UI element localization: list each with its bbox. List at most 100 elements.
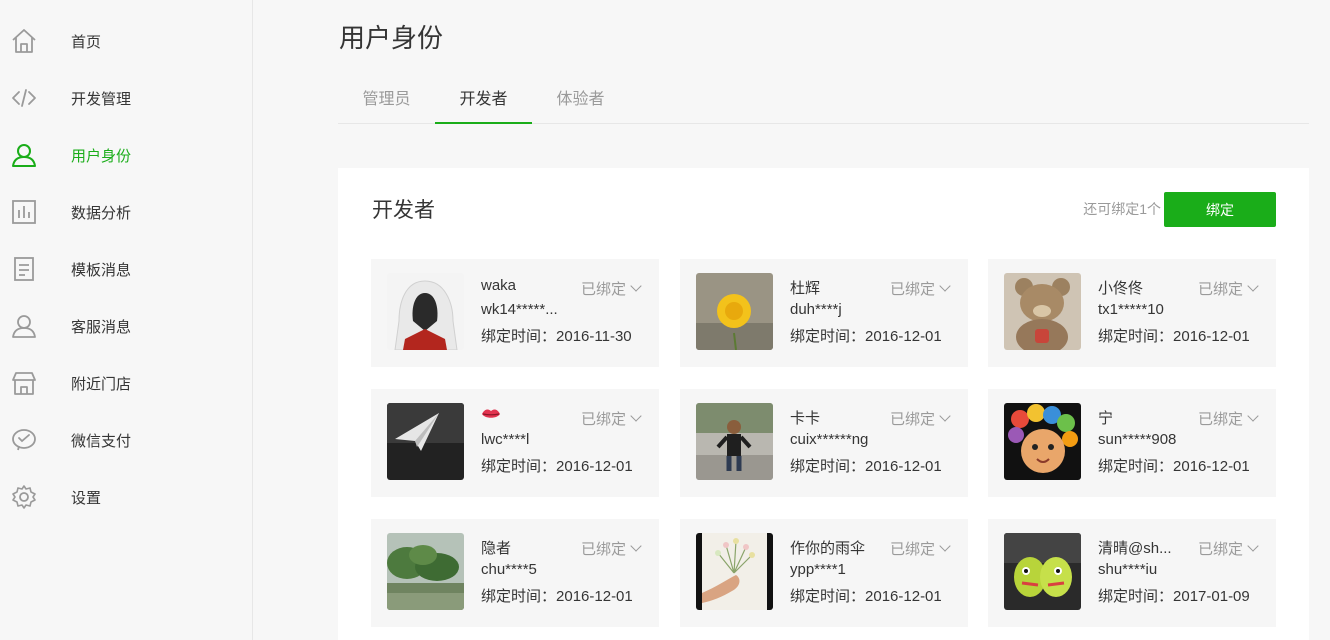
card-name: 清晴@sh... (1098, 540, 1172, 557)
bind-quota-text: 还可绑定1个 (1083, 201, 1161, 217)
time-prefix: 绑定时间： (481, 328, 557, 345)
time-value: 2016-11-30 (556, 328, 632, 345)
sidebar-item-label: 客服消息 (71, 318, 132, 336)
avatar (387, 273, 464, 350)
avatar (1004, 533, 1081, 610)
sidebar-item-label: 设置 (71, 489, 102, 507)
sidebar-item-label: 开发管理 (71, 90, 132, 108)
bind-status-dropdown[interactable]: 已绑定 (890, 538, 951, 559)
card-wechat-id: chu****5 (481, 561, 537, 578)
code-icon (10, 84, 38, 112)
avatar (387, 533, 464, 610)
bind-status-dropdown[interactable]: 已绑定 (1198, 278, 1259, 299)
card-bind-time: 绑定时间：2016-12-01 (1098, 455, 1250, 476)
store-icon (10, 369, 38, 397)
sidebar-item-settings[interactable]: 设置 (0, 475, 252, 519)
sidebar-item-label: 微信支付 (71, 432, 132, 450)
card-wechat-id: cuix******ng (790, 431, 869, 448)
card-bind-time: 绑定时间：2016-12-01 (1098, 325, 1250, 346)
tab-tester[interactable]: 体验者 (532, 78, 629, 124)
chart-icon (10, 198, 38, 226)
chevron-down-icon (630, 280, 642, 292)
time-prefix: 绑定时间： (1098, 458, 1174, 475)
avatar (1004, 273, 1081, 350)
status-label: 已绑定 (1198, 281, 1244, 298)
status-label: 已绑定 (1198, 411, 1244, 428)
bind-status-dropdown[interactable]: 已绑定 (890, 278, 951, 299)
sidebar-item-home[interactable]: 首页 (0, 19, 252, 63)
bind-status-dropdown[interactable]: 已绑定 (581, 538, 642, 559)
sidebar: 首页 开发管理 用户身份 数据分析 模板消息 客服消息 附近门店 微信支付 设置 (0, 0, 253, 640)
avatar (696, 403, 773, 480)
chevron-down-icon (939, 540, 951, 552)
sidebar-item-customer-service[interactable]: 客服消息 (0, 304, 252, 348)
chevron-down-icon (1247, 410, 1259, 422)
time-value: 2016-12-01 (865, 328, 942, 345)
card-bind-time: 绑定时间：2016-12-01 (790, 325, 942, 346)
card-name: 隐者 (481, 540, 512, 557)
developer-card: 小佟佟 已绑定 tx1*****10 绑定时间：2016-12-01 (988, 259, 1276, 367)
bind-status-dropdown[interactable]: 已绑定 (890, 408, 951, 429)
sidebar-item-label: 附近门店 (71, 375, 132, 393)
chevron-down-icon (1247, 280, 1259, 292)
card-wechat-id: tx1*****10 (1098, 301, 1164, 318)
document-icon (10, 255, 38, 283)
home-icon (10, 27, 38, 55)
sidebar-item-template-message[interactable]: 模板消息 (0, 247, 252, 291)
panel-title: 开发者 (372, 199, 435, 222)
card-bind-time: 绑定时间：2016-12-01 (790, 455, 942, 476)
card-bind-time: 绑定时间：2016-12-01 (481, 455, 633, 476)
page-title: 用户身份 (339, 23, 444, 53)
card-name: 宁 (1098, 410, 1114, 427)
card-name (481, 407, 567, 425)
sidebar-item-user-identity[interactable]: 用户身份 (0, 133, 252, 177)
tab-bar: 管理员 开发者 体验者 (338, 78, 1309, 124)
chevron-down-icon (630, 410, 642, 422)
sidebar-item-label: 首页 (71, 33, 102, 51)
card-wechat-id: sun*****908 (1098, 431, 1177, 448)
status-label: 已绑定 (581, 411, 627, 428)
time-prefix: 绑定时间： (790, 588, 866, 605)
developer-card: 清晴@sh... 已绑定 shu****iu 绑定时间：2017-01-09 (988, 519, 1276, 627)
bind-button[interactable]: 绑定 (1164, 192, 1276, 227)
card-name: 小佟佟 (1098, 280, 1144, 297)
status-label: 已绑定 (581, 281, 627, 298)
card-bind-time: 绑定时间：2016-12-01 (790, 585, 942, 606)
developer-card: 宁 已绑定 sun*****908 绑定时间：2016-12-01 (988, 389, 1276, 497)
lips-emoji-icon (482, 409, 500, 418)
bind-status-dropdown[interactable]: 已绑定 (581, 278, 642, 299)
tab-developer[interactable]: 开发者 (435, 78, 532, 124)
time-value: 2016-12-01 (556, 458, 633, 475)
developer-panel: 开发者 还可绑定1个 绑定 waka 已绑定 wk14*****... 绑定时间… (338, 168, 1309, 640)
chevron-down-icon (1247, 540, 1259, 552)
time-prefix: 绑定时间： (790, 458, 866, 475)
time-prefix: 绑定时间： (1098, 328, 1174, 345)
avatar (696, 273, 773, 350)
developer-card: 已绑定 lwc****l 绑定时间：2016-12-01 (371, 389, 659, 497)
bind-status-dropdown[interactable]: 已绑定 (1198, 408, 1259, 429)
developer-card: 隐者 已绑定 chu****5 绑定时间：2016-12-01 (371, 519, 659, 627)
sidebar-item-label: 数据分析 (71, 204, 132, 222)
sidebar-item-nearby-store[interactable]: 附近门店 (0, 361, 252, 405)
time-value: 2016-12-01 (1173, 458, 1250, 475)
avatar (387, 403, 464, 480)
card-name: 杜辉 (790, 280, 821, 297)
sidebar-item-wechat-pay[interactable]: 微信支付 (0, 418, 252, 462)
sidebar-item-label: 模板消息 (71, 261, 132, 279)
gear-icon (10, 483, 38, 511)
time-prefix: 绑定时间： (790, 328, 866, 345)
bind-status-dropdown[interactable]: 已绑定 (1198, 538, 1259, 559)
status-label: 已绑定 (1198, 541, 1244, 558)
time-value: 2016-12-01 (865, 588, 942, 605)
sidebar-item-dev-manage[interactable]: 开发管理 (0, 76, 252, 120)
card-wechat-id: ypp****1 (790, 561, 846, 578)
card-bind-time: 绑定时间：2016-11-30 (481, 325, 632, 346)
sidebar-item-analytics[interactable]: 数据分析 (0, 190, 252, 234)
card-wechat-id: lwc****l (481, 431, 530, 448)
bind-status-dropdown[interactable]: 已绑定 (581, 408, 642, 429)
status-label: 已绑定 (581, 541, 627, 558)
time-value: 2016-12-01 (556, 588, 633, 605)
tab-admin[interactable]: 管理员 (338, 78, 435, 124)
time-prefix: 绑定时间： (1098, 588, 1174, 605)
customer-service-icon (10, 312, 38, 340)
